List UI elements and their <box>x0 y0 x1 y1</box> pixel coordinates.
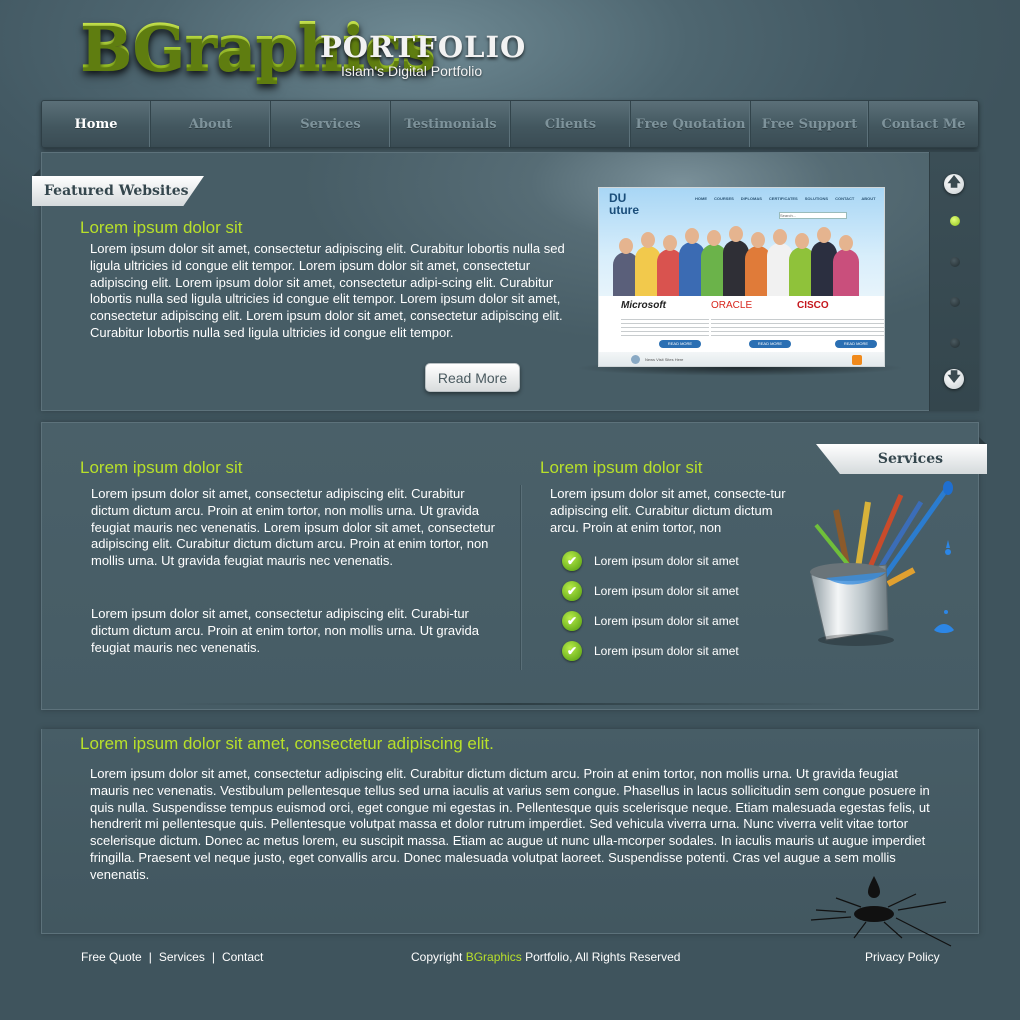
services-ribbon: Services <box>816 444 987 474</box>
featured-websites-ribbon: Featured Websites <box>32 176 204 206</box>
preview-nav: HOME COURSES DIPLOMAS CERTIFICATES SOLUTIO… <box>695 196 876 201</box>
nav-services[interactable]: Services <box>271 101 391 147</box>
checklist-item: ✔ Lorem ipsum dolor sit amet <box>562 641 739 661</box>
footer-link-services[interactable]: Services <box>159 950 205 964</box>
footer-link-free-quote[interactable]: Free Quote <box>81 950 142 964</box>
main-nav: Home About Services Testimonials Clients… <box>41 100 979 148</box>
nav-testimonials[interactable]: Testimonials <box>391 101 511 147</box>
nav-home[interactable]: Home <box>42 101 151 147</box>
nav-about[interactable]: About <box>151 101 271 147</box>
arrow-down-icon[interactable]: 🡇 <box>944 369 964 389</box>
featured-scroller: 🡅 🡇 <box>929 152 979 411</box>
left-heading: Lorem ipsum dolor sit <box>80 458 243 477</box>
preview-logo: DU uture <box>609 191 639 217</box>
read-more-button[interactable]: Read More <box>425 363 520 392</box>
rss-icon <box>852 355 862 365</box>
website-preview-image[interactable]: DU uture HOME COURSES DIPLOMAS CERTIFICATE… <box>598 187 885 367</box>
check-icon: ✔ <box>562 551 582 571</box>
checklist-item: ✔ Lorem ipsum dolor sit amet <box>562 581 739 601</box>
privacy-policy-link[interactable]: Privacy Policy <box>865 950 940 964</box>
check-icon: ✔ <box>562 611 582 631</box>
preview-footer: News Visit Sites Here <box>599 352 884 366</box>
preview-search: Search... <box>779 212 847 219</box>
right-heading: Lorem ipsum dolor sit <box>540 458 703 477</box>
footer-links: Free Quote | Services | Contact <box>81 950 264 964</box>
featured-heading: Lorem ipsum dolor sit <box>80 218 243 237</box>
nav-free-support[interactable]: Free Support <box>751 101 869 147</box>
ink-splat-icon <box>810 876 952 947</box>
slide-dot-3[interactable] <box>950 297 960 307</box>
slide-dot-2[interactable] <box>950 257 960 267</box>
ribbon-fold <box>979 437 987 445</box>
section-divider <box>170 703 850 705</box>
check-icon: ✔ <box>562 581 582 601</box>
check-icon: ✔ <box>562 641 582 661</box>
slide-dot-1[interactable] <box>950 216 960 226</box>
right-paragraph: Lorem ipsum dolor sit amet, consecte-tur… <box>550 486 786 535</box>
slide-dot-4[interactable] <box>950 338 960 348</box>
checklist-item: ✔ Lorem ipsum dolor sit amet <box>562 611 739 631</box>
preview-students-photo <box>613 224 873 304</box>
copyright-text: Copyright BGraphics Portfolio, All Right… <box>411 950 681 964</box>
bottom-paragraph: Lorem ipsum dolor sit amet, consectetur … <box>90 766 930 882</box>
paint-bucket-brushes-icon <box>810 481 954 646</box>
checklist-item: ✔ Lorem ipsum dolor sit amet <box>562 551 739 571</box>
footer-link-contact[interactable]: Contact <box>222 950 263 964</box>
preview-hero: DU uture HOME COURSES DIPLOMAS CERTIFICATE… <box>599 188 884 304</box>
nav-clients[interactable]: Clients <box>511 101 631 147</box>
ribbon-fold <box>32 169 40 177</box>
featured-text: Lorem ipsum dolor sit amet, consectetur … <box>90 241 565 340</box>
left-paragraph-2: Lorem ipsum dolor sit amet, consectetur … <box>91 606 479 655</box>
bottom-heading: Lorem ipsum dolor sit amet, consectetur … <box>80 734 494 753</box>
column-divider <box>520 485 521 670</box>
site-tagline: Islam's Digital Portfolio <box>341 63 483 79</box>
arrow-up-icon[interactable]: 🡅 <box>944 174 964 194</box>
left-paragraph-1: Lorem ipsum dolor sit amet, consectetur … <box>91 486 495 569</box>
nav-contact-me[interactable]: Contact Me <box>869 101 978 147</box>
logo-portfolio-text: PORTFOLIO <box>320 30 527 64</box>
nav-free-quotation[interactable]: Free Quotation <box>631 101 751 147</box>
